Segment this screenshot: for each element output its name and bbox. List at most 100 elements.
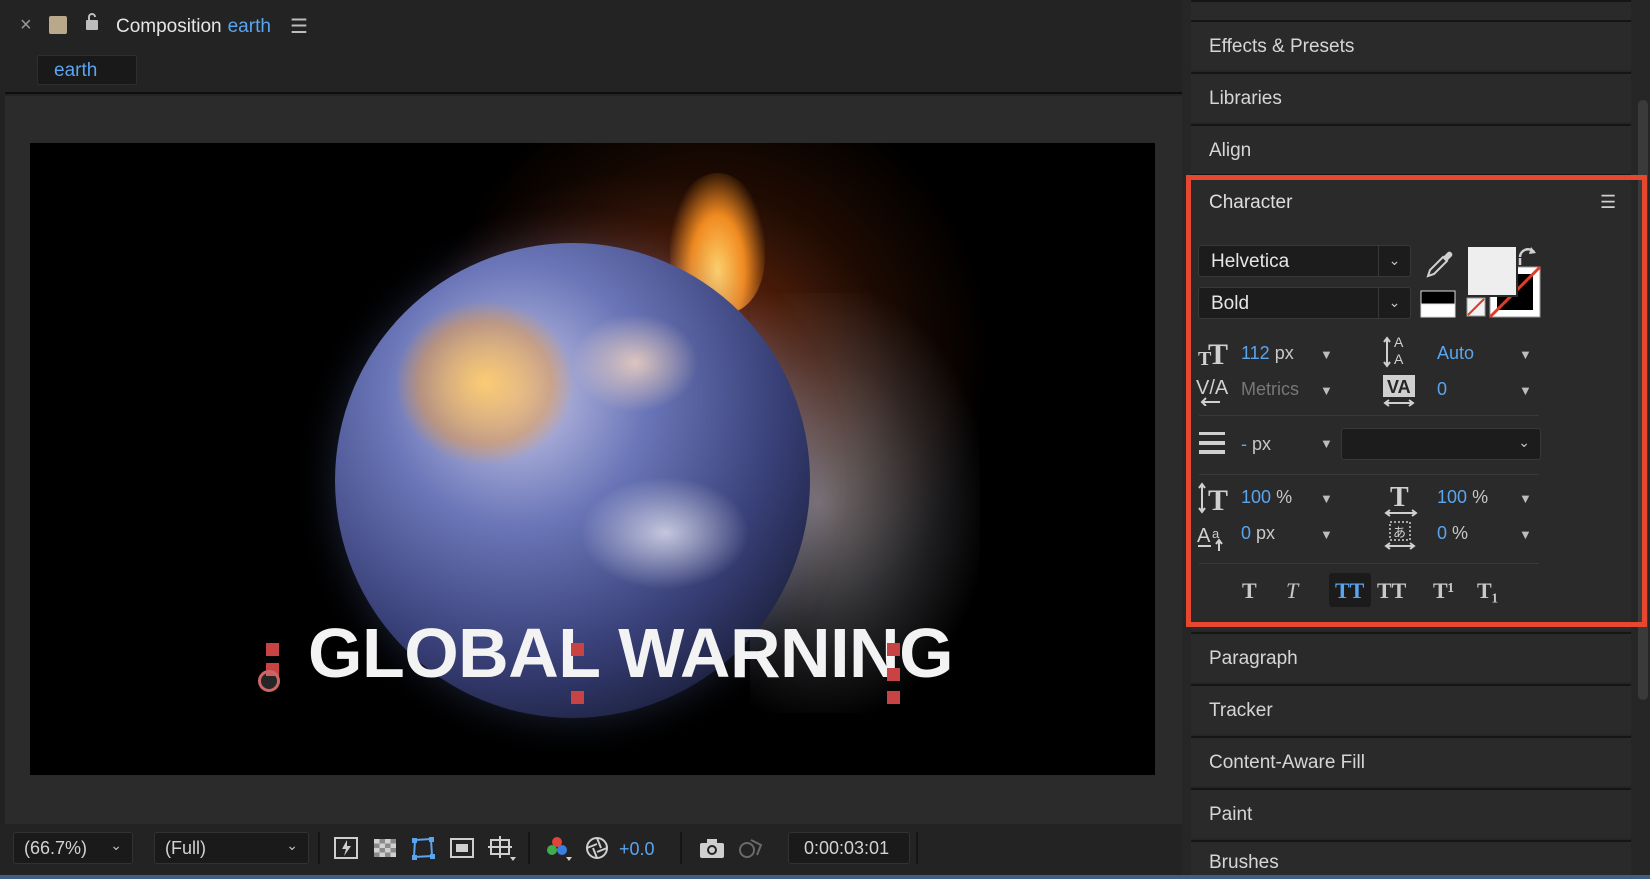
svg-text:T: T — [1390, 482, 1409, 513]
baseline-shift-dropdown-arrow[interactable]: ▼ — [1320, 527, 1333, 542]
toolbar-divider — [916, 832, 918, 864]
transparency-grid-icon[interactable] — [372, 835, 398, 861]
current-time-display[interactable]: 0:00:03:01 — [788, 832, 910, 864]
panel-section-paint[interactable]: Paint — [1191, 788, 1631, 838]
eyedropper-icon[interactable] — [1424, 248, 1456, 283]
fast-previews-icon[interactable] — [333, 835, 359, 861]
kerning-value[interactable]: Metrics — [1241, 379, 1299, 400]
horizontal-scale-value[interactable]: 100 — [1437, 487, 1467, 507]
font-size-value[interactable]: 112 — [1241, 343, 1270, 363]
fill-color-swatch[interactable] — [1466, 245, 1518, 302]
font-size-dropdown-arrow[interactable]: ▼ — [1320, 347, 1333, 362]
baseline-shift-value[interactable]: 0 — [1241, 523, 1251, 543]
panel-menu-icon[interactable]: ☰ — [1600, 192, 1616, 213]
composition-canvas[interactable]: GLOBAL WARNING — [30, 143, 1155, 775]
font-size-field[interactable]: 112 px — [1241, 343, 1294, 364]
faux-italic-button[interactable]: T — [1286, 578, 1298, 604]
divider — [1199, 415, 1539, 416]
small-caps-button[interactable]: TT — [1377, 578, 1406, 604]
reset-exposure-icon[interactable] — [584, 835, 610, 861]
camera-icon[interactable] — [698, 835, 724, 861]
all-caps-button[interactable]: TT — [1329, 573, 1371, 607]
font-style-dropdown[interactable]: Bold ⌄ — [1198, 287, 1411, 319]
horizontal-scale-field[interactable]: 100 % — [1437, 487, 1488, 508]
font-style-value: Bold — [1211, 293, 1250, 314]
leading-icon: AA — [1382, 333, 1416, 374]
panel-section-align[interactable]: Align — [1191, 124, 1631, 174]
stroke-width-dropdown-arrow[interactable]: ▼ — [1320, 436, 1333, 451]
panel-section-paragraph[interactable]: Paragraph — [1191, 632, 1631, 682]
bounding-box-handle[interactable] — [571, 643, 584, 656]
composition-header — [0, 0, 1182, 96]
black-white-swatch[interactable] — [1420, 290, 1456, 323]
font-size-icon: TT — [1198, 338, 1232, 373]
section-label: Brushes — [1209, 852, 1279, 873]
bounding-box-handle[interactable] — [266, 643, 279, 656]
vertical-scale-field[interactable]: 100 % — [1241, 487, 1292, 508]
tracking-value[interactable]: 0 — [1437, 379, 1447, 400]
text-layer-global-warning[interactable]: GLOBAL WARNING — [308, 613, 954, 693]
leading-dropdown-arrow[interactable]: ▼ — [1519, 347, 1532, 362]
baseline-shift-field[interactable]: 0 px — [1241, 523, 1275, 544]
horizontal-scale-dropdown-arrow[interactable]: ▼ — [1519, 491, 1532, 506]
svg-text:T: T — [1208, 338, 1228, 368]
tracking-dropdown-arrow[interactable]: ▼ — [1519, 383, 1532, 398]
divider — [1199, 474, 1539, 475]
stroke-width-field[interactable]: - px — [1241, 434, 1271, 455]
svg-text:A: A — [1197, 525, 1211, 547]
panel-section-libraries[interactable]: Libraries — [1191, 72, 1631, 122]
exposure-value[interactable]: +0.0 — [619, 839, 655, 860]
subscript-button[interactable]: T₁ — [1477, 578, 1498, 604]
font-family-value: Helvetica — [1211, 251, 1290, 272]
panel-section-effects-presets[interactable]: Effects & Presets — [1191, 20, 1631, 70]
panel-section-tracker[interactable]: Tracker — [1191, 684, 1631, 734]
bounding-box-handle[interactable] — [887, 668, 900, 681]
panel-menu-icon[interactable]: ☰ — [290, 14, 308, 39]
zoom-select[interactable]: (66.7%) ⌄ — [13, 832, 133, 864]
close-icon[interactable]: × — [20, 14, 32, 37]
swap-colors-icon[interactable] — [1516, 245, 1538, 272]
resolution-value: (Full) — [165, 838, 206, 858]
mask-path-visibility-icon[interactable] — [410, 835, 436, 861]
lock-icon[interactable] — [84, 12, 100, 37]
zoom-value: (66.7%) — [24, 838, 88, 858]
section-label: Paint — [1209, 804, 1253, 825]
faux-bold-button[interactable]: T — [1242, 578, 1257, 604]
grid-guide-options-icon[interactable] — [487, 835, 516, 861]
svg-text:A: A — [1394, 351, 1404, 367]
stroke-width-value[interactable]: - — [1241, 434, 1247, 454]
baseline-shift-icon: Aa — [1197, 520, 1231, 557]
section-label: Paragraph — [1209, 648, 1298, 669]
tsume-field[interactable]: 0 % — [1437, 523, 1468, 544]
character-panel-title: Character — [1209, 192, 1293, 213]
vertical-scale-dropdown-arrow[interactable]: ▼ — [1320, 491, 1333, 506]
composition-name[interactable]: earth — [228, 16, 271, 37]
superscript-button[interactable]: T¹ — [1433, 578, 1454, 604]
bounding-box-handle[interactable] — [887, 691, 900, 704]
comp-color-swatch[interactable] — [49, 16, 67, 34]
vertical-scale-unit: % — [1276, 487, 1293, 507]
stroke-style-dropdown[interactable]: ⌄ — [1341, 428, 1541, 460]
tsume-dropdown-arrow[interactable]: ▼ — [1519, 527, 1532, 542]
tsume-value[interactable]: 0 — [1437, 523, 1447, 543]
vertical-scale-value[interactable]: 100 — [1241, 487, 1271, 507]
anchor-point-icon[interactable] — [258, 670, 280, 692]
panel-section-content-aware-fill[interactable]: Content-Aware Fill — [1191, 736, 1631, 786]
composition-tab-earth[interactable]: earth — [37, 55, 137, 85]
bounding-box-handle[interactable] — [887, 643, 900, 656]
resolution-select[interactable]: (Full) ⌄ — [154, 832, 309, 864]
tsume-icon: あ — [1384, 518, 1416, 557]
region-of-interest-icon[interactable] — [449, 835, 475, 861]
chevron-down-icon: ⌄ — [286, 837, 298, 853]
section-label: Tracker — [1209, 700, 1273, 721]
window-bottom-bar — [0, 875, 1650, 879]
bounding-box-handle[interactable] — [571, 691, 584, 704]
show-snapshot-icon[interactable] — [736, 835, 763, 861]
kerning-dropdown-arrow[interactable]: ▼ — [1320, 383, 1333, 398]
show-channel-icon[interactable] — [544, 835, 572, 861]
panel-section-brushes[interactable]: Brushes — [1191, 840, 1631, 876]
font-family-dropdown[interactable]: Helvetica ⌄ — [1198, 245, 1411, 277]
character-panel-highlight — [1186, 175, 1647, 627]
header-divider — [5, 92, 1182, 94]
leading-value[interactable]: Auto — [1437, 343, 1474, 364]
